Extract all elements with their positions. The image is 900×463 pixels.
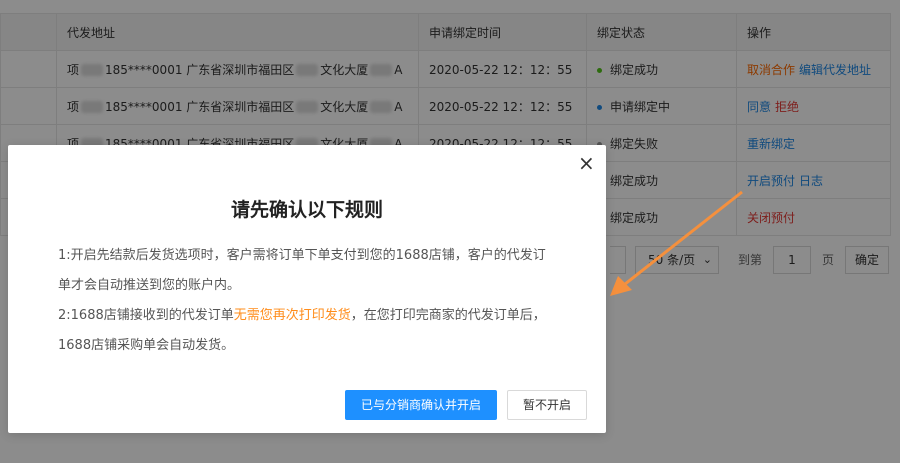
arrow-shaft [619,190,743,290]
arrow-head [610,276,632,296]
annotation-arrow [610,190,743,296]
rule-2-text: 2:1688店铺接收到的代发订单无需您再次打印发货，在您打印完商家的代发订单后，… [58,308,546,353]
rule-1-text: 1:开启先结款后发货选项时，客户需将订单下单支付到您的1688店铺，客户的代发订… [58,248,546,293]
confirm-enable-button[interactable]: 已与分销商确认并开启 [345,390,497,420]
confirm-rules-modal: × 请先确认以下规则 1:开启先结款后发货选项时，客户需将订单下单支付到您的16… [8,145,606,433]
not-now-button[interactable]: 暂不开启 [507,390,587,420]
close-icon[interactable]: × [578,153,595,173]
modal-title: 请先确认以下规则 [230,199,383,221]
rule-2-highlight: 无需您再次打印发货 [233,308,351,323]
